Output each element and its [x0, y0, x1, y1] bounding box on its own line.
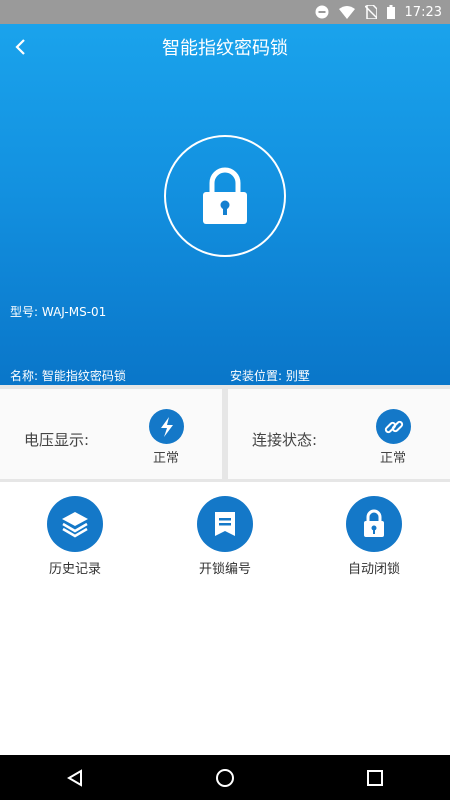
auto-lock-button[interactable]: 自动闭锁 — [324, 496, 424, 577]
battery-icon — [386, 5, 395, 19]
lightning-icon — [149, 409, 184, 444]
link-icon — [376, 409, 411, 444]
feature-menu: 历史记录 开锁编号 自动闭锁 — [0, 482, 450, 755]
triangle-back-icon — [67, 768, 82, 787]
wifi-icon — [338, 5, 355, 19]
bookmark-list-icon — [197, 496, 253, 552]
padlock-icon — [203, 167, 247, 224]
voltage-label: 电压显示: — [24, 431, 90, 449]
status-time: 17:23 — [404, 4, 442, 20]
navigation-bar — [0, 755, 450, 800]
history-button[interactable]: 历史记录 — [25, 496, 125, 577]
unlock-number-label: 开锁编号 — [198, 562, 251, 577]
nav-back-button[interactable] — [55, 758, 95, 798]
nav-recents-button[interactable] — [355, 758, 395, 798]
voltage-status: 正常 — [153, 451, 180, 466]
status-cards: 电压显示: 正常 连接状态: 正常 — [0, 385, 450, 482]
voltage-card: 电压显示: 正常 — [0, 389, 222, 479]
status-bar: 17:23 — [0, 0, 450, 24]
layers-icon — [47, 496, 103, 552]
connection-label: 连接状态: — [252, 431, 318, 449]
nav-home-button[interactable] — [205, 758, 245, 798]
auto-lock-label: 自动闭锁 — [347, 562, 400, 577]
history-label: 历史记录 — [48, 562, 101, 577]
device-hero: 智能指纹密码锁 型号: WAJ-MS-01 名称: 智能指纹密码锁 安装位置: … — [0, 24, 450, 385]
install-location: 安装位置: 别墅 — [230, 369, 310, 383]
device-name: 名称: 智能指纹密码锁 — [10, 369, 126, 383]
lock-icon — [346, 496, 402, 552]
unlock-number-button[interactable]: 开锁编号 — [175, 496, 275, 577]
lock-status-display[interactable] — [164, 135, 286, 257]
circle-home-icon — [216, 768, 234, 787]
connection-status: 正常 — [380, 451, 407, 466]
do-not-disturb-icon — [315, 5, 329, 19]
connection-card: 连接状态: 正常 — [228, 389, 450, 479]
device-model: 型号: WAJ-MS-01 — [10, 305, 107, 319]
page-title: 智能指纹密码锁 — [162, 38, 288, 59]
square-recents-icon — [367, 769, 383, 786]
no-sim-icon — [364, 5, 377, 19]
